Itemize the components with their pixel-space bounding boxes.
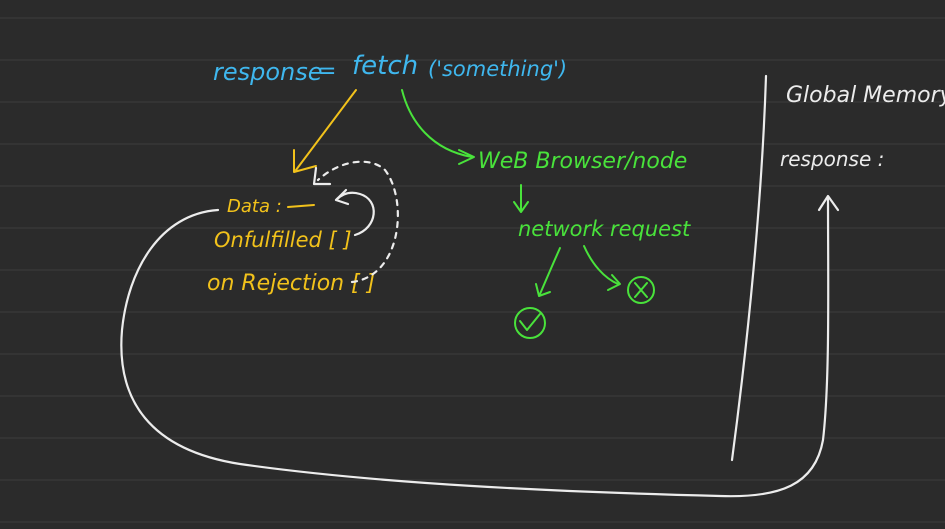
whiteboard-canvas: response = fetch ('something') WeB Brows… [0, 0, 945, 529]
arrow-request-to-failure [583, 245, 621, 291]
memory-divider-line [730, 74, 768, 462]
onrejection-to-data-dashed-arrow [312, 160, 399, 284]
onrejection-label: on Rejection [ ] [207, 271, 375, 296]
arrow-fetch-to-browser [401, 89, 475, 165]
fetch-expression: response = fetch ('something') [213, 51, 567, 86]
arrow-browser-to-request [513, 184, 529, 213]
fetch-args: ('something') [428, 57, 567, 81]
memory-response-entry: response : [780, 147, 884, 171]
web-browser-label: WeB Browser/node [478, 149, 687, 174]
failure-cross-icon [627, 276, 655, 304]
equals-sign: = [318, 59, 336, 84]
arrow-request-to-success [535, 247, 561, 297]
response-variable: response [213, 58, 323, 86]
promise-object: Data : Onfulfilled [ ] on Rejection [ ] [207, 196, 375, 296]
fetch-call: fetch [352, 51, 418, 81]
network-request-label: network request [518, 217, 691, 241]
onfulfilled-label: Onfulfilled [ ] [214, 228, 352, 252]
promise-data-label: Data : [227, 196, 282, 217]
drawing: response = fetch ('something') WeB Brows… [0, 17, 945, 523]
global-memory-title: Global Memory [786, 83, 945, 108]
